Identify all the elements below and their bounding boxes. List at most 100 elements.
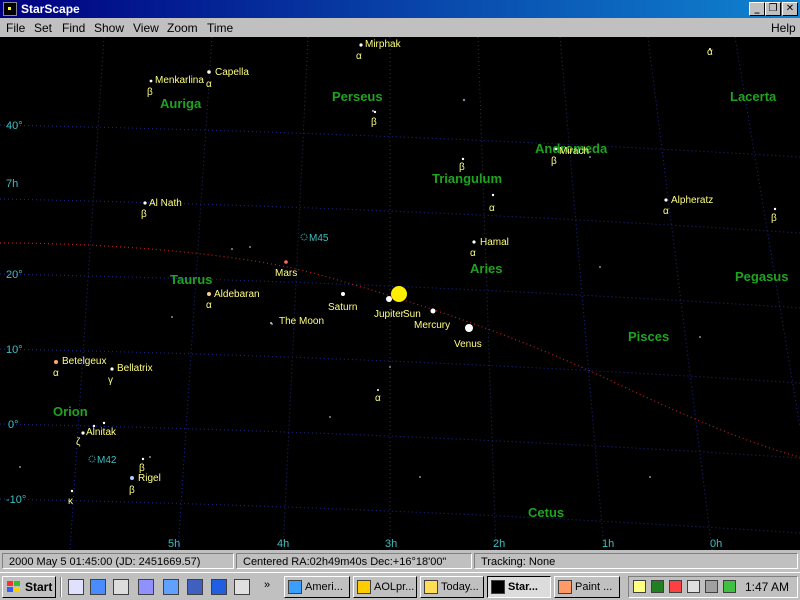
quicklaunch-icon[interactable] bbox=[187, 579, 203, 595]
minimize-button[interactable]: _ bbox=[749, 2, 765, 16]
star-unnamed[interactable]: β bbox=[459, 157, 465, 173]
quicklaunch-icon[interactable] bbox=[234, 579, 250, 595]
planet-saturn[interactable]: Saturn bbox=[328, 292, 357, 313]
tray-app-icon[interactable] bbox=[723, 580, 736, 593]
svg-text:α: α bbox=[489, 203, 495, 214]
desktop-icon[interactable] bbox=[68, 579, 84, 595]
menu-view[interactable]: View bbox=[133, 21, 159, 35]
svg-text:ζ: ζ bbox=[76, 437, 81, 448]
svg-text:Rigel: Rigel bbox=[138, 473, 161, 484]
svg-text:α: α bbox=[707, 47, 713, 58]
star-hamal[interactable]: Hamalα bbox=[470, 237, 509, 259]
more-quicklaunch-button[interactable]: » bbox=[264, 579, 270, 591]
close-button[interactable]: ✕ bbox=[782, 2, 798, 16]
quicklaunch-icon[interactable] bbox=[163, 579, 179, 595]
dec-label-m10: -10° bbox=[6, 494, 26, 506]
title-bar: StarScape _ ❐ ✕ bbox=[0, 0, 800, 18]
menu-help[interactable]: Help bbox=[771, 21, 796, 35]
svg-text:α: α bbox=[356, 51, 362, 62]
star-bellatrix[interactable]: Bellatrix γ bbox=[108, 363, 153, 386]
svg-text:β: β bbox=[139, 463, 145, 474]
star-unnamed[interactable]: α bbox=[707, 47, 713, 58]
star-unnamed[interactable]: β bbox=[139, 457, 145, 474]
star-mirach[interactable]: Mirachβ bbox=[551, 146, 589, 167]
menu-bar: File Set Find Show View Zoom Time Help bbox=[0, 18, 800, 37]
star-unnamed[interactable]: α bbox=[375, 389, 381, 404]
svg-text:Al Nath: Al Nath bbox=[149, 198, 182, 209]
constellation-pegasus: Pegasus bbox=[735, 269, 788, 284]
svg-text:Bellatrix: Bellatrix bbox=[117, 363, 153, 374]
svg-text:α: α bbox=[663, 206, 669, 217]
ra-line-4h bbox=[282, 37, 309, 550]
svg-text:M45: M45 bbox=[309, 233, 329, 244]
status-datetime: 2000 May 5 01:45:00 (JD: 2451669.57) bbox=[2, 553, 234, 569]
dec-label-40: 40° bbox=[6, 120, 23, 132]
nebula-m42 bbox=[88, 455, 96, 463]
deep-sky-m42[interactable]: M42 bbox=[88, 455, 117, 466]
star-alpheratz[interactable]: Alpheratzα bbox=[663, 195, 713, 217]
menu-time[interactable]: Time bbox=[207, 21, 233, 35]
deep-sky-m45[interactable]: M45 bbox=[300, 233, 329, 244]
constellation-perseus: Perseus bbox=[332, 89, 383, 104]
svg-text:α: α bbox=[206, 300, 212, 311]
taskbar-separator bbox=[60, 577, 62, 597]
maximize-button[interactable]: ❐ bbox=[765, 2, 781, 16]
the-moon[interactable]: The Moon bbox=[270, 316, 324, 327]
task-button-paint[interactable]: Paint ... bbox=[554, 576, 620, 598]
outlook-icon[interactable] bbox=[113, 579, 129, 595]
sky-chart[interactable]: 5h 4h 3h 2h 1h 0h 7h 40° 20° 10° 0° -10°… bbox=[0, 37, 800, 550]
app-icon[interactable] bbox=[3, 2, 17, 16]
star-unnamed[interactable]: α bbox=[489, 193, 495, 214]
task-button-today[interactable]: Today... bbox=[420, 576, 484, 598]
menu-file[interactable]: File bbox=[6, 21, 25, 35]
task-app-icon bbox=[424, 580, 438, 594]
svg-text:Aldebaran: Aldebaran bbox=[214, 289, 260, 300]
tray-app-icon[interactable] bbox=[651, 580, 664, 593]
menu-zoom[interactable]: Zoom bbox=[167, 21, 198, 35]
star-mirphak[interactable]: Mirphakα bbox=[356, 39, 402, 62]
task-button-ameri[interactable]: Ameri... bbox=[284, 576, 350, 598]
star-rigel[interactable]: Rigelβ bbox=[129, 473, 161, 496]
star-unnamed[interactable]: β bbox=[371, 110, 377, 128]
svg-text:Menkarlina: Menkarlina bbox=[155, 75, 204, 86]
start-button[interactable]: Start bbox=[2, 576, 56, 598]
network-icon[interactable] bbox=[669, 580, 682, 593]
svg-text:β: β bbox=[551, 156, 557, 167]
task-button-starscape[interactable]: Star... bbox=[487, 576, 551, 598]
browser-icon[interactable] bbox=[90, 579, 106, 595]
star-capella[interactable]: Capellaα bbox=[206, 67, 249, 90]
system-tray: 1:47 AM bbox=[628, 576, 798, 598]
status-bar: 2000 May 5 01:45:00 (JD: 2451669.57) Cen… bbox=[0, 550, 800, 572]
windows-logo-icon bbox=[7, 581, 20, 592]
star-aldebaran[interactable]: Aldebaranα bbox=[206, 289, 260, 311]
constellation-pisces: Pisces bbox=[628, 329, 669, 344]
ra-label-5h: 5h bbox=[168, 538, 180, 550]
svg-text:Mars: Mars bbox=[275, 268, 297, 279]
svg-text:α: α bbox=[206, 79, 212, 90]
menu-find[interactable]: Find bbox=[62, 21, 85, 35]
star-betelgeux[interactable]: Betelgeuxα bbox=[53, 356, 106, 379]
planet-mars[interactable]: Mars bbox=[275, 260, 297, 279]
menu-show[interactable]: Show bbox=[94, 21, 124, 35]
taskbar-clock[interactable]: 1:47 AM bbox=[745, 580, 789, 594]
star-unnamed[interactable]: β bbox=[771, 207, 777, 224]
dec-label-0: 0° bbox=[8, 419, 19, 431]
quicklaunch-icon[interactable] bbox=[211, 579, 227, 595]
menu-set[interactable]: Set bbox=[34, 21, 52, 35]
star-menkarlina[interactable]: Menkarlinaβ bbox=[147, 75, 204, 98]
svg-text:Capella: Capella bbox=[215, 67, 249, 78]
ecliptic-line bbox=[0, 242, 800, 458]
ra-label-3h: 3h bbox=[385, 538, 397, 550]
constellation-aries: Aries bbox=[470, 261, 503, 276]
quicklaunch-icon[interactable] bbox=[138, 579, 154, 595]
tray-app-icon[interactable] bbox=[705, 580, 718, 593]
task-button-aolpr[interactable]: AOLpr... bbox=[353, 576, 417, 598]
svg-text:Saturn: Saturn bbox=[328, 302, 357, 313]
ra-line-0h bbox=[647, 37, 713, 550]
svg-text:Alnitak: Alnitak bbox=[86, 427, 117, 438]
keyboard-icon[interactable] bbox=[687, 580, 700, 593]
planet-venus[interactable]: Venus bbox=[454, 324, 482, 350]
star-al-nath[interactable]: Al Nathβ bbox=[141, 198, 182, 220]
volume-icon[interactable] bbox=[633, 580, 646, 593]
constellation-lacerta: Lacerta bbox=[730, 89, 777, 104]
